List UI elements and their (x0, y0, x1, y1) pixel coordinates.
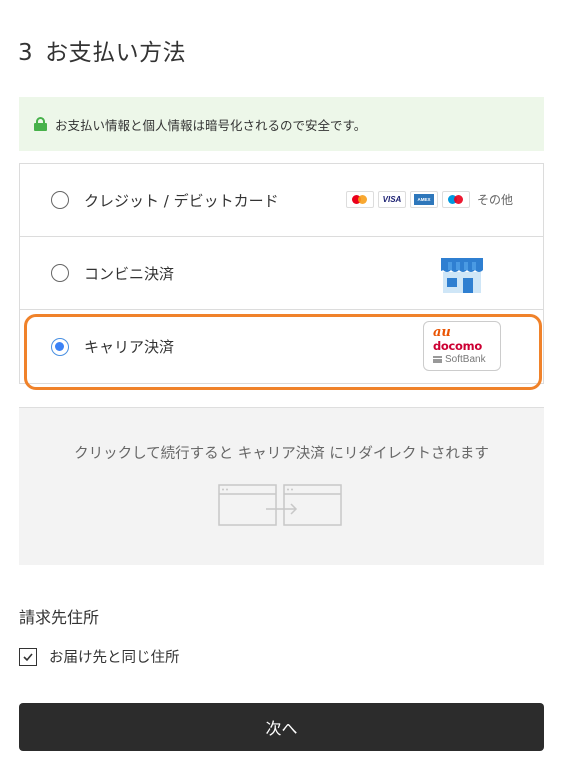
carrier-logo: au docomo SoftBank (423, 321, 501, 371)
payment-option-label: キャリア決済 (84, 338, 175, 356)
convenience-store-icon (441, 258, 483, 293)
payment-option-credit-card[interactable]: クレジット / デビットカード VISA AMEX その他 (20, 164, 543, 237)
check-icon (23, 652, 33, 661)
redirect-notice: クリックして続行すると キャリア決済 にリダイレクトされます (19, 407, 544, 565)
other-cards-label: その他 (476, 193, 513, 207)
security-notice: お支払い情報と個人情報は暗号化されるので安全です。 (19, 97, 544, 151)
same-as-shipping-label: お届け先と同じ住所 (49, 650, 180, 666)
docomo-logo: docomo (433, 339, 482, 353)
billing-address-title: 請求先住所 (19, 608, 100, 627)
security-notice-text: お支払い情報と個人情報は暗号化されるので安全です。 (55, 117, 367, 133)
same-as-shipping-checkbox[interactable] (19, 647, 37, 666)
lock-icon (34, 117, 47, 131)
visa-icon: VISA (377, 191, 406, 208)
section-number: 3 (18, 40, 34, 66)
payment-option-label: クレジット / デビットカード (84, 191, 279, 210)
softbank-logo: SoftBank (433, 354, 486, 365)
au-logo: au (433, 325, 451, 340)
radio-credit-card[interactable] (51, 191, 69, 209)
next-button[interactable]: 次へ (19, 703, 544, 751)
same-as-shipping-option[interactable]: お届け先と同じ住所 (19, 646, 180, 667)
redirect-text: クリックして続行すると キャリア決済 にリダイレクトされます (74, 446, 489, 462)
payment-option-label: コンビニ決済 (84, 264, 175, 283)
mastercard-icon (345, 191, 374, 208)
radio-convenience-store[interactable] (51, 264, 69, 282)
radio-carrier[interactable] (51, 337, 69, 356)
payment-option-carrier[interactable]: キャリア決済 au docomo SoftBank (20, 310, 543, 383)
payment-method-list: クレジット / デビットカード VISA AMEX その他 コンビニ決済 キャリ… (19, 163, 544, 384)
amex-icon: AMEX (409, 191, 438, 208)
redirect-icon (218, 484, 342, 526)
card-brands: VISA AMEX その他 (345, 191, 513, 208)
section-title: 3 お支払い方法 (18, 33, 186, 67)
payment-option-convenience-store[interactable]: コンビニ決済 (20, 237, 543, 310)
section-heading: お支払い方法 (45, 40, 187, 66)
maestro-icon (441, 191, 470, 208)
